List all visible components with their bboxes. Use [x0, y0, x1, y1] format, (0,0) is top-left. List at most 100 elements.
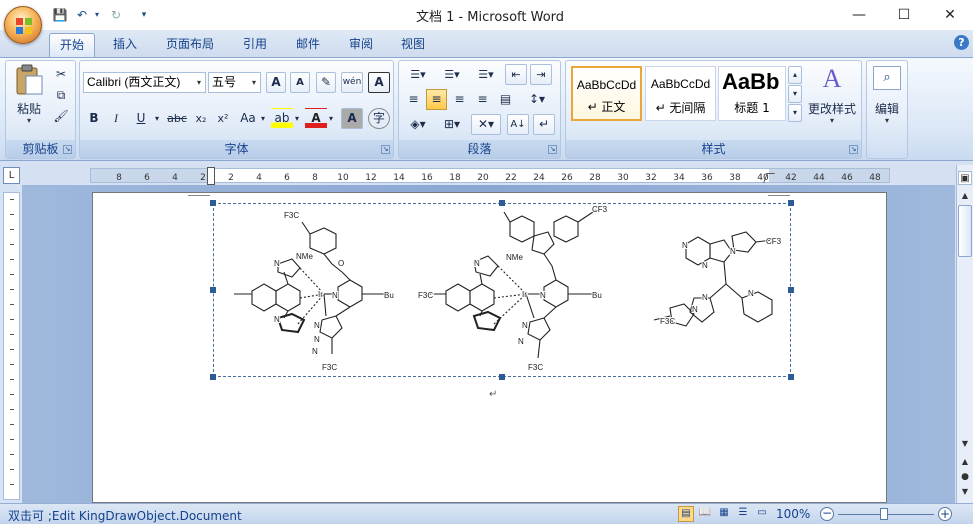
tab-page-layout[interactable]: 页面布局 — [158, 33, 222, 57]
tab-insert[interactable]: 插入 — [104, 33, 146, 57]
resize-handle[interactable] — [499, 200, 505, 206]
resize-handle[interactable] — [788, 200, 794, 206]
chinese-layout-icon[interactable]: ✕▾ — [471, 114, 501, 135]
zoom-in-icon[interactable]: + — [938, 507, 952, 521]
decrease-indent-icon[interactable]: ⇤ — [505, 64, 527, 85]
zoom-out-icon[interactable]: − — [820, 507, 834, 521]
redo-icon[interactable]: ↻ — [108, 6, 124, 24]
chevron-down-icon[interactable]: ▾ — [193, 73, 205, 92]
maximize-button[interactable]: ☐ — [881, 0, 927, 30]
tab-view[interactable]: 视图 — [392, 33, 434, 57]
minimize-button[interactable]: — — [836, 0, 882, 30]
scroll-down-icon[interactable]: ▼ — [958, 437, 972, 451]
styles-scroll-down-icon[interactable]: ▾ — [788, 85, 802, 103]
sort-icon[interactable]: A↓ — [507, 114, 529, 135]
help-icon[interactable]: ? — [954, 35, 969, 50]
grow-font-button[interactable]: A — [266, 72, 286, 93]
zoom-slider-thumb[interactable] — [880, 508, 888, 520]
paste-dropdown-icon[interactable]: ▾ — [12, 116, 46, 125]
resize-handle[interactable] — [210, 287, 216, 293]
line-spacing-icon[interactable]: ↕▾ — [522, 89, 552, 110]
previous-page-icon[interactable]: ▲ — [958, 455, 972, 469]
strikethrough-button[interactable]: abc — [164, 108, 190, 129]
multilevel-list-icon[interactable]: ☰▾ — [471, 64, 501, 85]
dialog-launcher-icon[interactable]: ↘ — [849, 145, 858, 154]
customize-qat-icon[interactable]: ▾ — [138, 6, 150, 24]
change-styles-button[interactable]: A 更改样式 ▾ — [805, 64, 859, 132]
underline-dropdown-icon[interactable]: ▾ — [152, 108, 162, 129]
highlight-dropdown-icon[interactable]: ▾ — [293, 108, 301, 129]
dialog-launcher-icon[interactable]: ↘ — [548, 145, 557, 154]
resize-handle[interactable] — [788, 374, 794, 380]
dialog-launcher-icon[interactable]: ↘ — [381, 145, 390, 154]
browse-object-icon[interactable]: ● — [958, 470, 972, 484]
show-marks-icon[interactable]: ↵ — [533, 114, 555, 135]
outline-view-icon[interactable]: ☰ — [735, 506, 751, 522]
resize-handle[interactable] — [210, 200, 216, 206]
change-case-button[interactable]: Aa — [237, 108, 259, 129]
scroll-thumb[interactable] — [958, 205, 972, 257]
kingdraw-object[interactable]: F3C NMe O Ir N N N Bu N N F3C N CF3 NMe Ir N N Bu F3C N N F3C… — [213, 203, 791, 377]
web-layout-icon[interactable]: ▦ — [716, 506, 732, 522]
resize-handle[interactable] — [210, 374, 216, 380]
indent-marker-icon[interactable] — [207, 167, 215, 185]
align-center-icon[interactable]: ≡ — [426, 89, 447, 110]
cut-icon[interactable]: ✂ — [52, 64, 70, 85]
character-shading-icon[interactable]: A — [341, 108, 363, 129]
undo-dropdown-icon[interactable]: ▾ — [92, 6, 102, 24]
underline-button[interactable]: U — [130, 108, 152, 129]
character-border-icon[interactable]: A — [368, 72, 390, 93]
font-size-combo[interactable]: 五号 ▾ — [208, 72, 261, 93]
align-left-icon[interactable]: ≡ — [403, 89, 424, 110]
chevron-down-icon[interactable]: ▾ — [805, 116, 859, 125]
chevron-down-icon[interactable]: ▾ — [868, 116, 906, 125]
full-screen-reading-icon[interactable]: 📖 — [697, 506, 713, 522]
increase-indent-icon[interactable]: ⇥ — [530, 64, 552, 85]
styles-scroll-up-icon[interactable]: ▴ — [788, 66, 802, 84]
tab-home[interactable]: 开始 — [49, 33, 95, 57]
superscript-button[interactable]: x² — [213, 108, 233, 129]
editing-button[interactable]: ⌕ 编辑 ▾ — [868, 64, 906, 132]
horizontal-ruler[interactable]: 8 6 4 2 2 4 6 8 10 12 14 16 18 20 22 24 26 28 30 32 34 36 38 40… — [90, 167, 890, 185]
borders-icon[interactable]: ⊞▾ — [437, 114, 467, 135]
bold-button[interactable]: B — [84, 108, 104, 129]
next-page-icon[interactable]: ▼ — [958, 485, 972, 499]
clear-format-icon[interactable]: ✎ — [316, 72, 336, 93]
italic-button[interactable]: I — [106, 108, 126, 129]
draft-view-icon[interactable]: ▭ — [754, 506, 770, 522]
vertical-scrollbar[interactable]: ▣ ▲ ▼ ▲ ● ▼ — [956, 165, 973, 503]
tab-references[interactable]: 引用 — [234, 33, 276, 57]
ruler-view-icon[interactable]: ▣ — [958, 171, 972, 185]
zoom-level[interactable]: 100% — [776, 507, 810, 521]
office-button[interactable] — [4, 6, 42, 44]
font-color-dropdown-icon[interactable]: ▾ — [327, 108, 335, 129]
font-color-icon[interactable]: A — [305, 108, 327, 129]
style-no-spacing[interactable]: AaBbCcDd ↵ 无间隔 — [645, 66, 716, 121]
phonetic-guide-icon[interactable]: wén — [341, 72, 363, 93]
print-layout-icon[interactable]: ▤ — [678, 506, 694, 522]
highlight-icon[interactable]: ab — [271, 108, 293, 129]
bullets-icon[interactable]: ☰▾ — [403, 64, 433, 85]
shrink-font-button[interactable]: A — [290, 72, 310, 93]
vertical-ruler[interactable] — [3, 192, 20, 500]
style-normal[interactable]: AaBbCcDd ↵ 正文 — [571, 66, 642, 121]
paste-button[interactable]: 粘贴 ▾ — [12, 64, 46, 130]
subscript-button[interactable]: x₂ — [191, 108, 211, 129]
change-case-dropdown-icon[interactable]: ▾ — [259, 108, 267, 129]
copy-icon[interactable]: ⧉ — [52, 85, 70, 106]
resize-handle[interactable] — [499, 374, 505, 380]
tab-review[interactable]: 审阅 — [340, 33, 382, 57]
styles-more-icon[interactable]: ▾ — [788, 104, 802, 122]
tab-selector-icon[interactable]: L — [3, 167, 20, 184]
resize-handle[interactable] — [788, 287, 794, 293]
undo-icon[interactable]: ↶ — [74, 6, 90, 24]
tab-mailings[interactable]: 邮件 — [287, 33, 329, 57]
distributed-icon[interactable]: ▤ — [495, 89, 516, 110]
scroll-up-icon[interactable]: ▲ — [958, 189, 972, 203]
align-right-icon[interactable]: ≡ — [449, 89, 470, 110]
style-heading-1[interactable]: AaBb 标题 1 — [718, 66, 786, 121]
font-name-combo[interactable]: Calibri (西文正文) ▾ — [83, 72, 206, 93]
dialog-launcher-icon[interactable]: ↘ — [63, 145, 72, 154]
save-icon[interactable]: 💾 — [52, 6, 68, 24]
close-button[interactable]: ✕ — [927, 0, 973, 30]
